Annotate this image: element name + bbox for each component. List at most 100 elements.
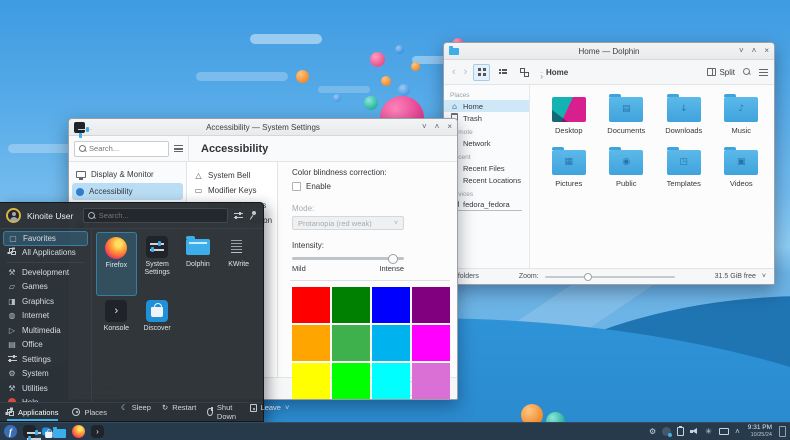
pin-icon[interactable] [249,211,257,220]
app-tile-konsole[interactable]: › Konsole [96,296,137,360]
taskbar-discover[interactable] [42,427,50,435]
taskbar-system-settings[interactable] [23,425,36,438]
peek-desktop-button[interactable] [779,426,786,437]
breadcrumb-home[interactable]: Home [546,68,568,77]
leave-button[interactable]: Leave ˅ [250,403,290,412]
category-help[interactable]: Help [0,396,91,403]
app-tile-discover[interactable]: Discover [137,296,178,360]
folder-public[interactable]: ◉ Public [598,146,656,199]
clock[interactable]: 9:31 PM 10/25/24 [748,425,772,438]
folder-documents[interactable]: ▤ Documents [598,93,656,146]
category-all-applications[interactable]: All Applications [0,246,91,261]
settings-titlebar[interactable]: Accessibility — System Settings ˅ ˄ × [69,119,457,136]
category-office[interactable]: ▤ Office [0,338,91,353]
clock-date: 10/25/24 [748,432,772,439]
mode-combobox[interactable]: Protanopia (red weak) ˅ [292,216,404,230]
zoom-slider-handle[interactable] [584,273,592,281]
category-games[interactable]: ▱ Games [0,280,91,295]
menu-icon[interactable] [759,69,768,76]
category-multimedia[interactable]: ▷ Multimedia [0,323,91,338]
fedora-menu-button[interactable]: f [4,425,17,438]
sidebar-item-accessibility[interactable]: Accessibility [72,183,183,200]
breadcrumb-arrow-icon: › [540,72,543,73]
bookmark-icon: ▢ [8,234,18,243]
folder-templates[interactable]: ◳ Templates [655,146,713,199]
close-icon[interactable]: × [764,47,769,55]
subitem-modifier-keys[interactable]: ▭ Modifier Keys [191,183,273,198]
category-utilities[interactable]: ⚒ Utilities [0,381,91,396]
search-icon[interactable] [743,68,751,76]
taskbar-firefox[interactable] [72,425,85,438]
category-development[interactable]: ⚒ Development [0,265,91,280]
launcher-search[interactable] [83,208,228,223]
icons-view-button[interactable] [473,64,490,81]
configure-icon[interactable] [234,212,243,219]
tab-places[interactable]: Places [72,403,107,421]
breadcrumb[interactable]: › Home [542,65,568,79]
split-button[interactable]: Split [707,68,735,77]
tray-expand-icon[interactable]: ˄ [735,427,740,436]
launcher-search-input[interactable] [99,211,223,220]
settings-search-input[interactable] [89,144,164,153]
forward-icon[interactable]: › [462,67,470,77]
dolphin-folder-view: Desktop ▤ Documents ↓ Downloads ♪ Music … [530,85,774,268]
enable-checkbox[interactable] [292,182,301,191]
menu-icon[interactable] [174,145,183,152]
updates-tray-icon[interactable]: ⚙ [649,427,656,436]
launcher-categories: ▢ Favorites All Applications ⚒ Developme… [0,229,92,402]
category-system[interactable]: ⚙ System [0,367,91,382]
clipboard-tray-icon[interactable] [677,427,684,436]
intensity-slider[interactable] [292,257,404,260]
intense-label: Intense [379,264,404,273]
app-tile-firefox[interactable]: Firefox [96,232,137,296]
maximize-icon[interactable]: ˄ [752,47,757,55]
tree-view-button[interactable] [515,64,532,81]
category-settings[interactable]: Settings [0,352,91,367]
folder-pictures[interactable]: ▦ Pictures [540,146,598,199]
zoom-label: Zoom: [519,273,539,280]
folder-videos[interactable]: ▣ Videos [713,146,771,199]
category-graphics[interactable]: ◨ Graphics [0,294,91,309]
intensity-label: Intensity: [292,241,450,250]
display-tray-icon[interactable] [719,428,729,435]
zoom-slider[interactable] [545,276,675,278]
back-icon[interactable]: ‹ [450,67,458,77]
dolphin-titlebar[interactable]: Home — Dolphin ˅ ˄ × [444,43,774,60]
folder-downloads[interactable]: ↓ Downloads [655,93,713,146]
folder-desktop[interactable]: Desktop [540,93,598,146]
intensity-slider-handle[interactable] [388,254,398,264]
film-emblem-icon: ▣ [737,158,746,167]
app-tile-system-settings[interactable]: System Settings [137,232,178,296]
user-avatar[interactable] [6,208,21,223]
category-favorites[interactable]: ▢ Favorites [3,231,88,246]
place-home[interactable]: ⌂ Home [444,100,529,112]
category-internet[interactable]: ◍ Internet [0,309,91,324]
tab-applications[interactable]: Applications [7,403,58,421]
minimize-icon[interactable]: ˅ [739,47,744,55]
network-tray-icon[interactable] [705,428,713,436]
shutdown-button[interactable]: Shut Down [207,403,238,421]
settings-title: Accessibility — System Settings [69,123,457,132]
folder-music[interactable]: ♪ Music [713,93,771,146]
app-tile-kwrite[interactable]: KWrite [218,232,259,296]
details-view-button[interactable] [494,64,511,81]
icons-view-icon [478,68,486,76]
input-method-tray-icon[interactable] [662,427,671,436]
maximize-icon[interactable]: ˄ [435,123,440,131]
subitem-system-bell[interactable]: △ System Bell [191,168,273,183]
sidebar-item-display-monitor[interactable]: Display & Monitor [72,166,183,183]
free-space-chevron-icon[interactable]: ˅ [762,273,766,280]
settings-search[interactable] [74,141,169,157]
balloon-orange [296,70,309,83]
taskbar-konsole[interactable]: › [91,425,104,438]
taskbar-dolphin[interactable] [53,425,66,438]
combobox-chevron-icon: ˅ [394,220,398,227]
app-tile-dolphin[interactable]: Dolphin [178,232,219,296]
restart-button[interactable]: ↻ Restart [162,403,196,412]
sleep-button[interactable]: ☾ Sleep [121,403,151,412]
minimize-icon[interactable]: ˅ [422,123,427,131]
volume-tray-icon[interactable] [690,427,699,436]
applications-grid-icon [7,409,14,416]
close-icon[interactable]: × [447,123,452,131]
search-icon [88,212,95,220]
